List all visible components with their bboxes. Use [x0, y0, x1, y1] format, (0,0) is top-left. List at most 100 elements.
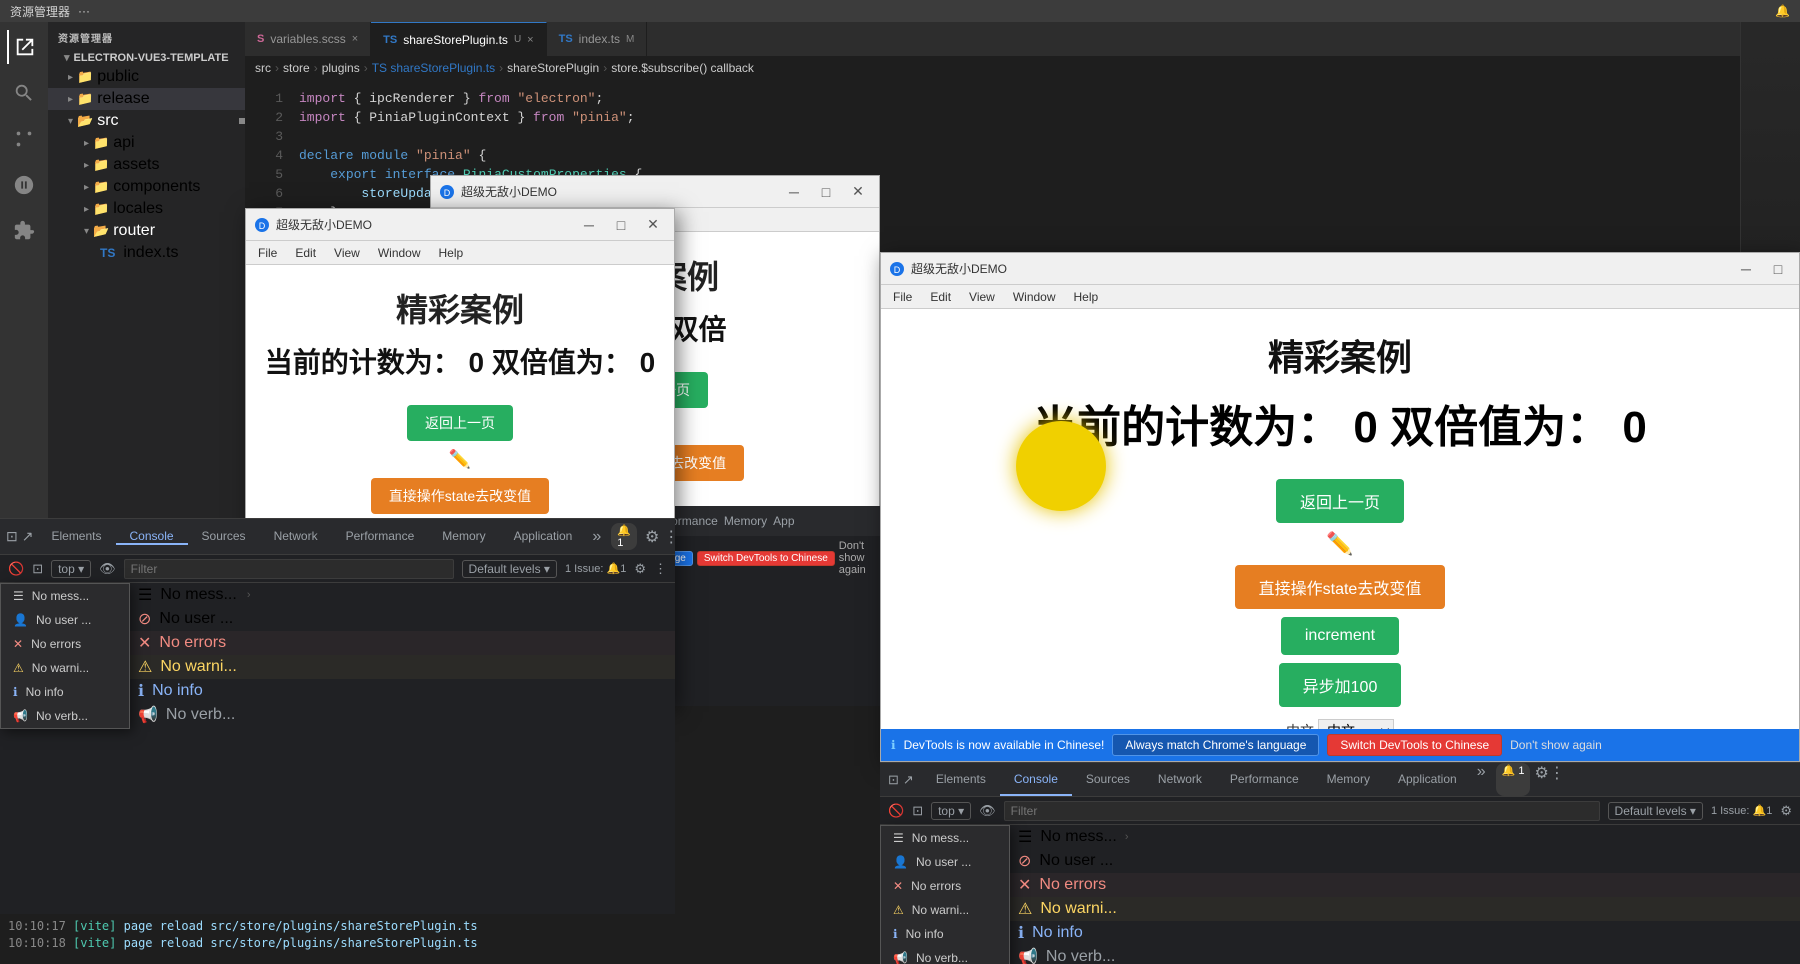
ctx2-messages[interactable]: ☰ No mess...: [881, 826, 1009, 850]
sidebar-item-router[interactable]: ▾ 📂 router: [48, 220, 245, 242]
dt2-inspect[interactable]: ⊡: [888, 772, 899, 788]
tab-indexts[interactable]: TS index.ts M: [547, 22, 648, 56]
root-folder[interactable]: ▾ ELECTRON-VUE3-TEMPLATE: [48, 49, 245, 66]
console-filter-input-1[interactable]: [124, 559, 454, 579]
dt-mid-app[interactable]: App: [773, 514, 794, 528]
dt2-tab-memory[interactable]: Memory: [1313, 763, 1384, 796]
devtools-tab-network-1[interactable]: Network: [260, 529, 332, 545]
dt2-tab-network[interactable]: Network: [1144, 763, 1216, 796]
sidebar-item-indexts[interactable]: TS index.ts: [48, 242, 245, 264]
ctx2-warnings[interactable]: ⚠ No warni...: [881, 898, 1009, 922]
activity-extensions[interactable]: [7, 214, 41, 248]
menu3-window[interactable]: Window: [1005, 288, 1064, 306]
window2-minimize[interactable]: ─: [781, 182, 807, 202]
dt2-dots[interactable]: ⋮: [1549, 763, 1565, 796]
window3-btn-match[interactable]: Always match Chrome's language: [1112, 734, 1319, 756]
console-filter-1[interactable]: ⊡: [32, 561, 43, 577]
dt2-tab-elements[interactable]: Elements: [922, 763, 1000, 796]
dt-mid-switch[interactable]: Switch DevTools to Chinese: [697, 551, 835, 566]
bell-icon[interactable]: 🔔: [1775, 4, 1790, 18]
dt2-tab-console[interactable]: Console: [1000, 763, 1072, 796]
activity-search[interactable]: [7, 76, 41, 110]
devtools-dots-1[interactable]: ⋮: [663, 527, 675, 547]
ctx2-info[interactable]: ℹ No info: [881, 922, 1009, 946]
menu3-file[interactable]: File: [885, 288, 920, 306]
menu3-view[interactable]: View: [961, 288, 1003, 306]
window1-close[interactable]: ✕: [640, 215, 666, 235]
window3-btn-step[interactable]: 异步加100: [1279, 663, 1402, 707]
ctx-warnings[interactable]: ⚠ No warni...: [1, 656, 129, 680]
window1-btn-direct[interactable]: 直接操作state去改变值: [371, 478, 549, 514]
dt2-top[interactable]: top ▾: [931, 802, 971, 820]
console-settings-1[interactable]: ⚙: [634, 561, 646, 577]
dt2-tab-app[interactable]: Application: [1384, 763, 1471, 796]
devtools-tab-memory-1[interactable]: Memory: [428, 529, 499, 545]
sidebar-item-assets[interactable]: ▸ 📁 assets: [48, 154, 245, 176]
dt2-filter-icon[interactable]: ⊡: [912, 803, 923, 819]
dt2-settings[interactable]: ⚙: [1780, 803, 1792, 819]
dt2-tab-sources[interactable]: Sources: [1072, 763, 1144, 796]
ctx2-user[interactable]: 👤 No user ...: [881, 850, 1009, 874]
menu3-help[interactable]: Help: [1066, 288, 1107, 306]
devtools-pointer-1[interactable]: ↗: [22, 528, 34, 545]
window3-dontshow[interactable]: Don't show again: [1510, 738, 1602, 752]
dt-mid-dontshow[interactable]: Don't show again: [839, 540, 872, 576]
window3-minimize[interactable]: ─: [1733, 259, 1759, 279]
dt2-pointer[interactable]: ↗: [903, 772, 914, 788]
devtools-more-1[interactable]: »: [586, 528, 607, 546]
window2-close[interactable]: ✕: [845, 182, 871, 202]
ctx-info[interactable]: ℹ No info: [1, 680, 129, 704]
window3-maximize[interactable]: □: [1765, 259, 1791, 279]
tab-close-share[interactable]: ×: [527, 34, 533, 46]
window1-maximize[interactable]: □: [608, 215, 634, 235]
sidebar-item-release[interactable]: ▸ 📁 release: [48, 88, 245, 110]
menu1-file[interactable]: File: [250, 244, 285, 262]
ctx-verbose[interactable]: 📢 No verb...: [1, 704, 129, 728]
menu3-edit[interactable]: Edit: [922, 288, 959, 306]
devtools-tab-console-1[interactable]: Console: [116, 529, 188, 545]
console-eye-1[interactable]: 👁: [99, 561, 116, 577]
dt-mid-memory[interactable]: Memory: [724, 514, 767, 528]
dt2-more[interactable]: »: [1471, 763, 1492, 796]
sidebar-item-components[interactable]: ▸ 📁 components: [48, 176, 245, 198]
dt2-gear[interactable]: ⚙: [1534, 763, 1548, 796]
dt2-eye[interactable]: 👁: [979, 803, 996, 819]
sidebar-item-locales[interactable]: ▸ 📁 locales: [48, 198, 245, 220]
topbar-dots[interactable]: ···: [78, 4, 90, 18]
window2-maximize[interactable]: □: [813, 182, 839, 202]
window1-btn-back[interactable]: 返回上一页: [407, 405, 513, 441]
devtools-tab-sources-1[interactable]: Sources: [188, 529, 260, 545]
ctx-user[interactable]: 👤 No user ...: [1, 608, 129, 632]
tab-variables[interactable]: S variables.scss ×: [245, 22, 371, 56]
ctx2-errors[interactable]: ✕ No errors: [881, 874, 1009, 898]
console-more-1[interactable]: ⋮: [654, 561, 667, 577]
dt2-levels[interactable]: Default levels ▾: [1608, 802, 1703, 820]
dt2-tab-performance[interactable]: Performance: [1216, 763, 1313, 796]
console-clear-1[interactable]: 🚫: [8, 561, 24, 577]
tab-sharestoreplugin[interactable]: TS shareStorePlugin.ts U ×: [371, 22, 546, 56]
devtools-tab-app-1[interactable]: Application: [500, 529, 587, 545]
devtools-inspect-1[interactable]: ⊡: [6, 528, 18, 545]
activity-explorer[interactable]: [7, 30, 41, 64]
devtools-tab-elements-1[interactable]: Elements: [37, 529, 115, 545]
activity-debug[interactable]: [7, 168, 41, 202]
devtools-tab-performance-1[interactable]: Performance: [332, 529, 429, 545]
ctx-errors[interactable]: ✕ No errors: [1, 632, 129, 656]
window3-btn-increment[interactable]: increment: [1281, 617, 1399, 655]
sidebar-item-api[interactable]: ▸ 📁 api: [48, 132, 245, 154]
console-top-1[interactable]: top ▾: [51, 560, 91, 578]
devtools-gear-1[interactable]: ⚙: [645, 527, 659, 547]
window3-btn-switch[interactable]: Switch DevTools to Chinese: [1327, 734, 1502, 756]
menu1-window[interactable]: Window: [370, 244, 429, 262]
ctx-messages[interactable]: ☰ No mess...: [1, 584, 129, 608]
menu1-view[interactable]: View: [326, 244, 368, 262]
dt2-expand[interactable]: ›: [1125, 831, 1129, 843]
menu1-edit[interactable]: Edit: [287, 244, 324, 262]
window3-btn-direct[interactable]: 直接操作state去改变值: [1235, 565, 1446, 609]
dt2-clear[interactable]: 🚫: [888, 803, 904, 819]
window1-minimize[interactable]: ─: [576, 215, 602, 235]
activity-git[interactable]: [7, 122, 41, 156]
dt2-filter-input[interactable]: [1004, 801, 1600, 821]
menu1-help[interactable]: Help: [431, 244, 472, 262]
console-levels-1[interactable]: Default levels ▾: [462, 560, 557, 578]
